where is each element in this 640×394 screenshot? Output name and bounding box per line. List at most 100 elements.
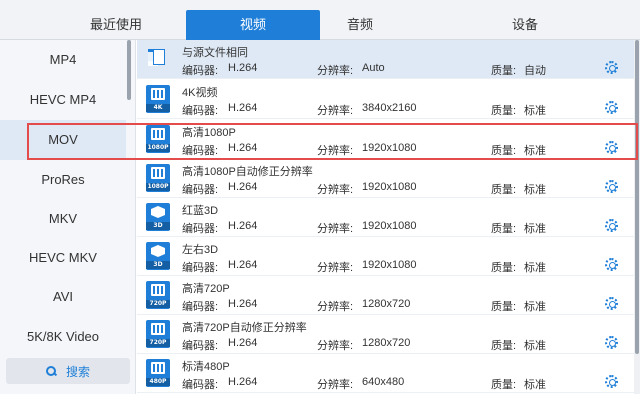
film-icon: 1080P <box>146 125 170 153</box>
quality-label: 质量: <box>491 65 517 77</box>
preset-name: 4K视频 <box>182 87 218 99</box>
preset-name: 高清720P自动修正分辨率 <box>182 322 307 334</box>
gear-icon[interactable] <box>605 258 618 271</box>
quality-value: 标准 <box>524 262 546 274</box>
preset-name: 高清1080P自动修正分辨率 <box>182 166 313 178</box>
resolution-value: 3840x2160 <box>362 102 417 114</box>
scrollbar-thumb[interactable] <box>635 40 639 354</box>
resolution-value: 1920x1080 <box>362 142 417 154</box>
tab-recent[interactable]: 最近使用 <box>46 10 186 40</box>
copy-icon <box>146 45 170 73</box>
resolution-label: 分辨率: <box>317 184 354 196</box>
gear-icon[interactable] <box>605 375 618 388</box>
tab-device[interactable]: 设备 <box>460 10 590 40</box>
search-icon <box>45 366 56 376</box>
preset-name: 标清480P <box>182 361 230 373</box>
quality-value: 自动 <box>524 65 546 77</box>
film-icon: 480P <box>146 359 170 387</box>
cube-icon: 3D <box>146 203 170 231</box>
preset-row-4k[interactable]: 4K 4K视频 编码器: H.264 分辨率: 3840x2160 质量: 标准 <box>137 80 634 119</box>
sidebar-scrollbar[interactable] <box>127 40 131 100</box>
sidebar-item-hevc-mp4[interactable]: HEVC MP4 <box>0 80 126 120</box>
preset-row-1080p-auto[interactable]: 1080P 高清1080P自动修正分辨率 编码器: H.264 分辨率: 192… <box>137 159 634 198</box>
encoder-value: H.264 <box>228 181 258 193</box>
quality-value: 标准 <box>524 223 546 235</box>
gear-icon[interactable] <box>605 336 618 349</box>
resolution-value: Auto <box>362 62 385 74</box>
search-button[interactable]: 搜索 <box>6 358 130 384</box>
quality-label: 质量: <box>491 301 517 313</box>
preset-list-scrollbar[interactable] <box>634 40 640 394</box>
quality-label: 质量: <box>491 340 517 352</box>
resolution-label: 分辨率: <box>317 301 354 313</box>
encoder-label: 编码器: <box>182 301 219 313</box>
encoder-label: 编码器: <box>182 340 219 352</box>
film-icon: 720P <box>146 320 170 348</box>
preset-row-1080p[interactable]: 1080P 高清1080P 编码器: H.264 分辨率: 1920x1080 … <box>137 120 634 159</box>
preset-row-same-as-source[interactable]: 与源文件相同 编码器: H.264 分辨率: Auto 质量: 自动 <box>137 40 634 79</box>
resolution-value: 1920x1080 <box>362 259 417 271</box>
quality-value: 标准 <box>524 145 546 157</box>
film-icon: 720P <box>146 281 170 309</box>
preset-name: 红蓝3D <box>182 205 219 217</box>
preset-row-red-blue-3d[interactable]: 3D 红蓝3D 编码器: H.264 分辨率: 1920x1080 质量: 标准 <box>137 198 634 237</box>
resolution-value: 1280x720 <box>362 337 411 349</box>
preset-row-720p-auto[interactable]: 720P 高清720P自动修正分辨率 编码器: H.264 分辨率: 1280x… <box>137 315 634 354</box>
gear-icon[interactable] <box>605 141 618 154</box>
quality-label: 质量: <box>491 379 517 391</box>
quality-label: 质量: <box>491 145 517 157</box>
resolution-label: 分辨率: <box>317 105 354 117</box>
format-sidebar: MP4 HEVC MP4 MOV ProRes MKV HEVC MKV AVI… <box>0 40 136 394</box>
encoder-value: H.264 <box>228 142 258 154</box>
preset-list: 与源文件相同 编码器: H.264 分辨率: Auto 质量: 自动 4K 4K… <box>137 40 634 394</box>
sidebar-item-mov[interactable]: MOV <box>0 120 126 160</box>
preset-row-480p[interactable]: 480P 标清480P 编码器: H.264 分辨率: 640x480 质量: … <box>137 354 634 393</box>
resolution-value: 640x480 <box>362 376 405 388</box>
encoder-value: H.264 <box>228 337 258 349</box>
quality-value: 标准 <box>524 301 546 313</box>
sidebar-item-hevc-mkv[interactable]: HEVC MKV <box>0 238 126 278</box>
film-icon: 1080P <box>146 164 170 192</box>
preset-row-side-by-side-3d[interactable]: 3D 左右3D 编码器: H.264 分辨率: 1920x1080 质量: 标准 <box>137 237 634 276</box>
gear-icon[interactable] <box>605 297 618 310</box>
cube-icon: 3D <box>146 242 170 270</box>
preset-name: 左右3D <box>182 244 219 256</box>
search-label: 搜索 <box>65 364 90 379</box>
tab-audio[interactable]: 音频 <box>300 10 420 40</box>
sidebar-item-5k8k-video[interactable]: 5K/8K Video <box>0 317 126 357</box>
resolution-label: 分辨率: <box>317 145 354 157</box>
encoder-label: 编码器: <box>182 105 219 117</box>
resolution-label: 分辨率: <box>317 262 354 274</box>
gear-icon[interactable] <box>605 219 618 232</box>
film-icon: 4K <box>146 85 170 113</box>
resolution-label: 分辨率: <box>317 340 354 352</box>
sidebar-item-mp4[interactable]: MP4 <box>0 40 126 80</box>
sidebar-item-avi[interactable]: AVI <box>0 277 126 317</box>
encoder-label: 编码器: <box>182 65 219 77</box>
resolution-value: 1920x1080 <box>362 220 417 232</box>
encoder-label: 编码器: <box>182 184 219 196</box>
quality-value: 标准 <box>524 105 546 117</box>
resolution-label: 分辨率: <box>317 223 354 235</box>
preset-row-720p[interactable]: 720P 高清720P 编码器: H.264 分辨率: 1280x720 质量:… <box>137 276 634 315</box>
encoder-label: 编码器: <box>182 262 219 274</box>
encoder-value: H.264 <box>228 298 258 310</box>
preset-name: 与源文件相同 <box>182 47 248 59</box>
resolution-label: 分辨率: <box>317 379 354 391</box>
quality-label: 质量: <box>491 223 517 235</box>
preset-name: 高清1080P <box>182 127 236 139</box>
encoder-label: 编码器: <box>182 145 219 157</box>
gear-icon[interactable] <box>605 180 618 193</box>
gear-icon[interactable] <box>605 61 618 74</box>
sidebar-item-mkv[interactable]: MKV <box>0 199 126 239</box>
encoder-value: H.264 <box>228 102 258 114</box>
encoder-label: 编码器: <box>182 379 219 391</box>
encoder-value: H.264 <box>228 62 258 74</box>
gear-icon[interactable] <box>605 101 618 114</box>
quality-value: 标准 <box>524 379 546 391</box>
quality-label: 质量: <box>491 262 517 274</box>
preset-name: 高清720P <box>182 283 230 295</box>
sidebar-item-prores[interactable]: ProRes <box>0 160 126 200</box>
encoder-value: H.264 <box>228 259 258 271</box>
resolution-value: 1280x720 <box>362 298 411 310</box>
